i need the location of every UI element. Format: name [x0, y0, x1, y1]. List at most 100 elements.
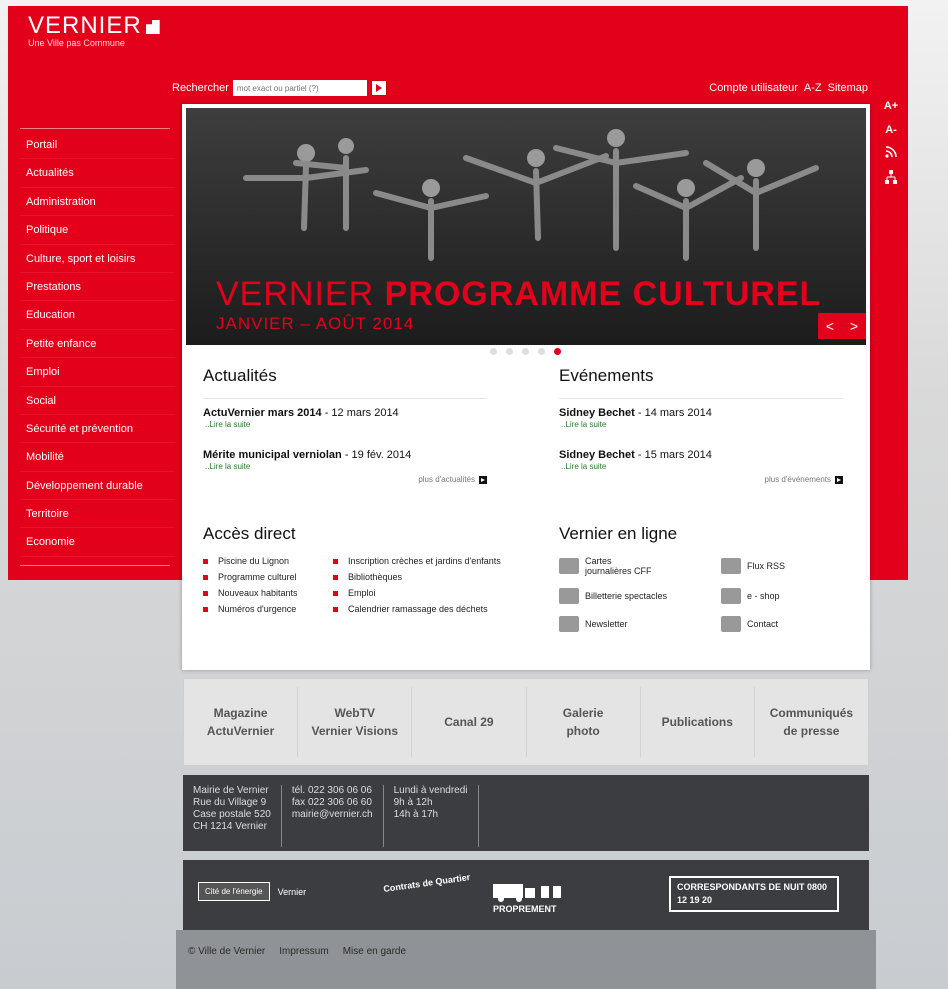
read-more-link[interactable]: ..Lire la suite [561, 462, 843, 471]
user-account-link[interactable]: Compte utilisateur [709, 82, 798, 94]
sidebar-item-actualites[interactable]: Actualités [20, 159, 175, 188]
sidebar-item-education[interactable]: Education [20, 301, 175, 330]
sidebar-item-petite-enfance[interactable]: Petite enfance [20, 330, 175, 359]
email-link[interactable]: mairie@vernier.ch [292, 809, 373, 821]
sidebar-item-culture[interactable]: Culture, sport et loisirs [20, 245, 175, 273]
slider-dot[interactable] [538, 348, 545, 355]
sidebar-item-politique[interactable]: Politique [20, 216, 175, 245]
search-submit-button[interactable] [370, 80, 387, 96]
online-link-label: Cartes journalières CFF [585, 556, 652, 576]
prev-arrow-icon[interactable]: < [826, 318, 834, 334]
more-events-label: plus d'événements [764, 475, 831, 484]
online-link-rss[interactable]: Flux RSS [721, 556, 841, 576]
search-input[interactable] [232, 80, 367, 96]
direct-access-section: Accès direct Piscine du Lignon Inscripti… [203, 524, 543, 614]
cite-energie-label: Cité de l'énergie [198, 882, 270, 901]
event-item-title[interactable]: Sidney Bechet [559, 407, 635, 419]
nav-webtv[interactable]: WebTV Vernier Visions [298, 687, 413, 757]
direct-link[interactable]: Programme culturel [203, 572, 333, 582]
next-arrow-icon[interactable]: > [850, 318, 858, 334]
nav-publications[interactable]: Publications [641, 687, 755, 757]
direct-link[interactable]: Nouveaux habitants [203, 588, 333, 598]
site-logo[interactable]: VERNIER Une Ville pas Commune [28, 12, 160, 48]
news-item: Mérite municipal verniolan - 19 fév. 201… [203, 449, 487, 471]
sidebar-item-mobilite[interactable]: Mobilité [20, 443, 175, 472]
news-item: ActuVernier mars 2014 - 12 mars 2014 ..L… [203, 407, 487, 429]
event-item-title[interactable]: Sidney Bechet [559, 449, 635, 461]
online-link-cff[interactable]: Cartes journalières CFF [559, 556, 721, 576]
sidebar-item-developpement[interactable]: Développement durable [20, 472, 175, 501]
direct-link[interactable]: Emploi [333, 588, 533, 598]
direct-link[interactable]: Calendrier ramassage des déchets [333, 604, 533, 614]
event-item-date: - 15 mars 2014 [634, 449, 712, 461]
arrow-right-icon [479, 475, 487, 484]
online-link-billetterie[interactable]: Billetterie spectacles [559, 588, 721, 604]
sidebar-item-economie[interactable]: Economie [20, 528, 175, 557]
direct-link[interactable]: Numéros d'urgence [203, 604, 333, 614]
sidebar-item-prestations[interactable]: Prestations [20, 273, 175, 302]
event-item: Sidney Bechet - 14 mars 2014 ..Lire la s… [559, 407, 843, 429]
address-block: Mairie de Vernier Rue du Village 9 Case … [183, 785, 282, 847]
cite-energie-sub: Vernier [277, 886, 307, 897]
contact-icon [721, 616, 741, 632]
rss-icon[interactable] [883, 146, 899, 162]
contact-footer: Mairie de Vernier Rue du Village 9 Case … [183, 775, 869, 851]
direct-link[interactable]: Inscription crèches et jardins d'enfants [333, 556, 533, 566]
news-item-title[interactable]: Mérite municipal verniolan [203, 449, 342, 461]
copyright-text: © Ville de Vernier [188, 946, 266, 957]
online-link-label: e - shop [747, 591, 780, 601]
read-more-link[interactable]: ..Lire la suite [205, 420, 487, 429]
hero-banner[interactable]: VERNIER PROGRAMME CULTUREL JANVIER – AOÛ… [186, 108, 866, 345]
a-z-link[interactable]: A-Z [804, 82, 822, 94]
online-link-label: Billetterie spectacles [585, 591, 668, 601]
media-navbar: Magazine ActuVernier WebTV Vernier Visio… [183, 678, 869, 766]
address-line: Mairie de Vernier [193, 785, 269, 796]
read-more-link[interactable]: ..Lire la suite [205, 462, 487, 471]
sidebar-item-securite[interactable]: Sécurité et prévention [20, 415, 175, 444]
slider-dot-active[interactable] [554, 348, 561, 355]
main-content-card: VERNIER PROGRAMME CULTUREL JANVIER – AOÛ… [182, 104, 870, 670]
slider-dot[interactable] [522, 348, 529, 355]
bottom-bar: © Ville de Vernier Impressum Mise en gar… [176, 930, 876, 989]
direct-link[interactable]: Bibliothèques [333, 572, 533, 582]
online-services-section: Vernier en ligne Cartes journalières CFF… [559, 524, 859, 632]
slider-dot[interactable] [506, 348, 513, 355]
direct-link[interactable]: Piscine du Lignon [203, 556, 333, 566]
phone-line: tél. 022 306 06 06 [291, 785, 372, 796]
sidebar-item-portail[interactable]: Portail [20, 131, 175, 160]
sidebar-item-territoire[interactable]: Territoire [20, 500, 175, 529]
more-news-label: plus d'actualités [418, 475, 475, 484]
sitemap-link[interactable]: Sitemap [828, 82, 868, 94]
direct-access-title: Accès direct [203, 524, 296, 543]
hours-line: 14h à 17h [393, 809, 439, 820]
read-more-link[interactable]: ..Lire la suite [561, 420, 843, 429]
nav-galerie[interactable]: Galerie photo [527, 687, 641, 757]
nav-communiques[interactable]: Communiqués de presse [755, 687, 868, 757]
proprement-logo[interactable]: PROPREMENT [493, 880, 583, 914]
more-events-link[interactable]: plus d'événements [559, 475, 843, 484]
sidebar-item-administration[interactable]: Administration [20, 188, 175, 217]
online-link-contact[interactable]: Contact [721, 616, 841, 632]
sidebar-item-social[interactable]: Social [20, 387, 175, 415]
event-item: Sidney Bechet - 15 mars 2014 ..Lire la s… [559, 449, 843, 471]
correspondants-nuit-logo[interactable]: CORRESPONDANTS DE NUIT 0800 12 19 20 [669, 876, 839, 912]
logo-wordmark: VERNIER [28, 12, 142, 39]
news-item-title[interactable]: ActuVernier mars 2014 [203, 407, 322, 419]
impressum-link[interactable]: Impressum [279, 946, 328, 957]
slider-dots [490, 348, 561, 355]
cite-energie-logo[interactable]: Cité de l'énergie Vernier [198, 882, 306, 901]
nav-magazine[interactable]: Magazine ActuVernier [184, 687, 299, 757]
news-item-date: - 19 fév. 2014 [341, 449, 412, 461]
online-link-newsletter[interactable]: Newsletter [559, 616, 721, 632]
hero-subtitle: JANVIER – AOÛT 2014 [216, 314, 415, 333]
disclaimer-link[interactable]: Mise en garde [343, 946, 406, 957]
slider-dot[interactable] [490, 348, 497, 355]
sitemap-icon[interactable] [883, 170, 899, 186]
font-increase-icon[interactable]: A+ [883, 98, 899, 114]
sidebar-item-emploi[interactable]: Emploi [20, 358, 175, 387]
online-link-eshop[interactable]: e - shop [721, 588, 841, 604]
nav-canal29[interactable]: Canal 29 [412, 687, 527, 757]
contrats-quartier-logo[interactable]: Contrats de Quartier [383, 872, 471, 894]
more-news-link[interactable]: plus d'actualités [203, 475, 487, 484]
font-decrease-icon[interactable]: A- [883, 122, 899, 138]
